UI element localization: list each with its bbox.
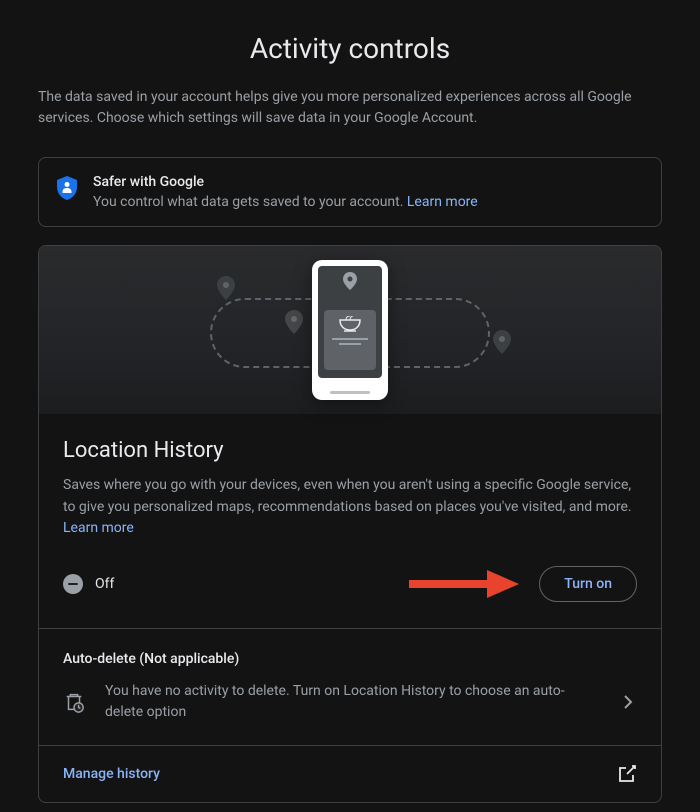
phone-illustration <box>312 260 388 400</box>
banner-learn-more-link[interactable]: Learn more <box>407 194 478 210</box>
manage-history-link[interactable]: Manage history <box>39 746 661 802</box>
auto-delete-title: Auto-delete (Not applicable) <box>63 651 637 667</box>
map-pin-icon <box>217 276 235 300</box>
auto-delete-icon <box>63 691 85 713</box>
map-pin-icon <box>493 330 511 354</box>
page-title: Activity controls <box>38 0 662 87</box>
auto-delete-description: You have no activity to delete. Turn on … <box>105 681 599 723</box>
safer-banner: Safer with Google You control what data … <box>38 157 662 227</box>
external-link-icon <box>617 764 637 784</box>
location-illustration <box>39 246 661 414</box>
banner-title: Safer with Google <box>93 174 643 190</box>
manage-history-label: Manage history <box>63 766 160 782</box>
location-history-title: Location History <box>63 438 637 463</box>
location-history-section: Location History Saves where you go with… <box>39 414 661 628</box>
status-label: Off <box>95 576 114 592</box>
location-learn-more-link[interactable]: Learn more <box>63 520 134 536</box>
chevron-right-icon <box>619 693 637 711</box>
location-history-description: Saves where you go with your devices, ev… <box>63 475 637 540</box>
banner-text: You control what data gets saved to your… <box>93 194 643 210</box>
auto-delete-section: Auto-delete (Not applicable) You have no… <box>39 629 661 745</box>
shield-icon <box>57 176 77 200</box>
auto-delete-row[interactable]: You have no activity to delete. Turn on … <box>63 681 637 723</box>
map-pin-icon <box>285 310 303 334</box>
page-subtitle: The data saved in your account helps giv… <box>38 87 662 129</box>
annotation-arrow <box>409 569 519 599</box>
location-history-card: Location History Saves where you go with… <box>38 245 662 803</box>
turn-on-button[interactable]: Turn on <box>539 566 637 602</box>
paused-icon <box>63 574 83 594</box>
